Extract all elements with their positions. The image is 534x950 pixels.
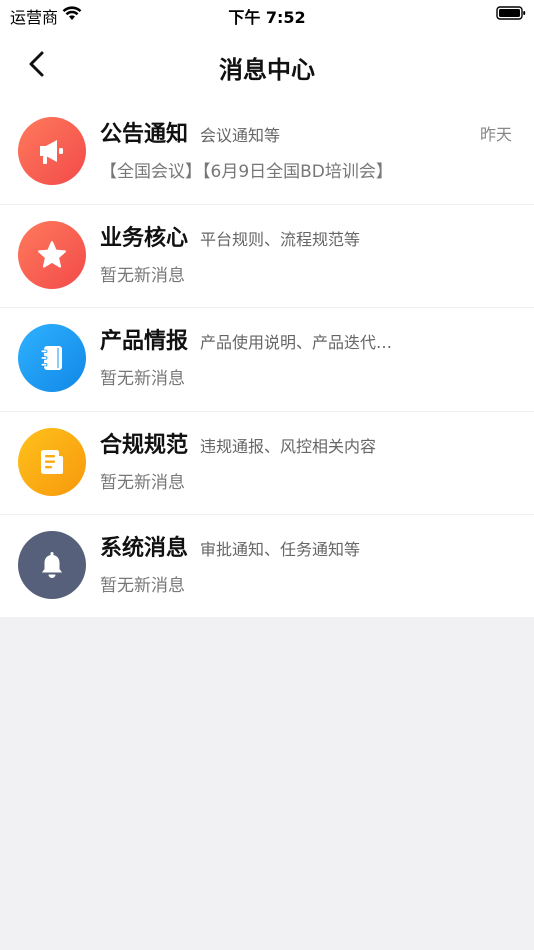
list-item-compliance[interactable]: 合规规范 违规通报、风控相关内容 暂无新消息 [0,412,534,515]
category-subtitle: 审批通知、任务通知等 [200,540,361,559]
category-title: 系统消息 [100,536,189,561]
category-title: 合规规范 [100,432,189,458]
list-item-system[interactable]: 系统消息 审批通知、任务通知等 暂无新消息 [0,515,534,619]
message-time: 昨天 [479,125,512,144]
category-subtitle: 会议通知等 [200,126,281,145]
category-avatar [18,427,86,496]
category-subtitle: 产品使用说明、产品迭代… [200,333,393,352]
list-item-product-info[interactable]: 产品情报 产品使用说明、产品迭代… 暂无新消息 [0,308,534,412]
category-title: 公告通知 [100,122,189,147]
megaphone-icon [40,140,63,164]
category-avatar [18,531,86,599]
list-item-business-core[interactable]: 业务核心 平台规则、流程规范等 暂无新消息 [0,205,534,308]
category-title: 产品情报 [100,329,189,354]
latest-message: 暂无新消息 [100,265,185,286]
battery-icon [496,6,526,20]
latest-message: 暂无新消息 [100,369,185,389]
category-title: 业务核心 [100,225,189,251]
status-bar: 运营商 下午 7:52 [0,0,534,30]
category-avatar [18,220,86,289]
category-avatar [18,117,86,185]
star-icon [38,240,66,268]
latest-message: 暂无新消息 [100,576,185,596]
latest-message: 【全国会议】【6月9日全国BD培训会】 [100,162,393,182]
latest-message: 暂无新消息 [100,472,185,493]
category-subtitle: 违规通报、风控相关内容 [200,436,377,456]
list-item-announcements[interactable]: 公告通知 会议通知等 昨天 【全国会议】【6月9日全国BD培训会】 [0,101,534,205]
bell-icon [42,552,62,578]
document-icon [41,449,63,474]
navigation-bar: 消息中心 [0,30,534,98]
category-subtitle: 平台规则、流程规范等 [200,229,361,249]
message-category-list: 公告通知 会议通知等 昨天 【全国会议】【6月9日全国BD培训会】 业务核心 平… [0,101,534,619]
notebook-icon [40,346,62,370]
page-title: 消息中心 [219,56,315,84]
status-time: 下午 7:52 [228,8,306,27]
category-avatar [18,324,86,392]
